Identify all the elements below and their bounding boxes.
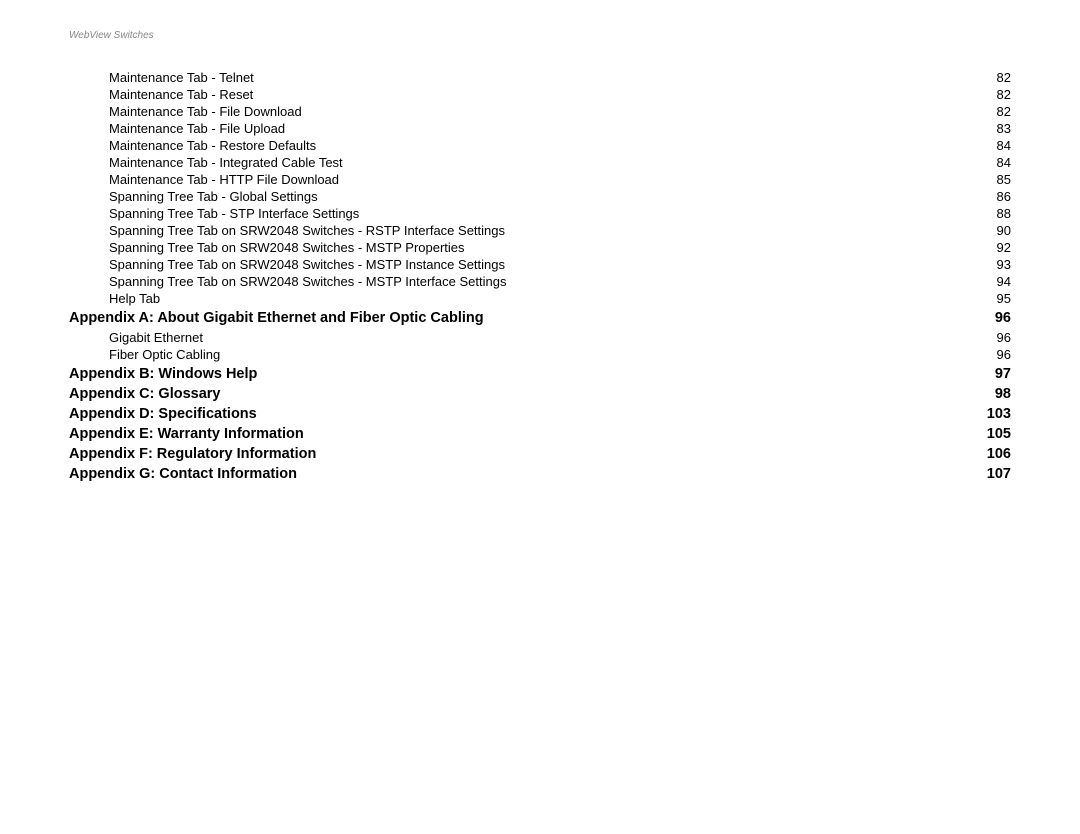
entry-title: Gigabit Ethernet	[109, 330, 971, 345]
entry-title: Spanning Tree Tab on SRW2048 Switches - …	[109, 240, 971, 255]
entry-page: 85	[971, 172, 1011, 187]
toc-entry: Gigabit Ethernet96	[69, 330, 1011, 345]
entry-page: 94	[971, 274, 1011, 289]
entry-page: 92	[971, 240, 1011, 255]
toc-entry: Spanning Tree Tab - STP Interface Settin…	[69, 206, 1011, 221]
toc-entry: Appendix F: Regulatory Information106	[69, 446, 1011, 462]
toc-entry: Maintenance Tab - Integrated Cable Test8…	[69, 155, 1011, 170]
entry-page: 96	[971, 330, 1011, 345]
entry-title: Appendix E: Warranty Information	[69, 426, 971, 442]
page-header: WebView Switches	[69, 30, 154, 41]
entry-page: 96	[971, 347, 1011, 362]
toc-container: Maintenance Tab - Telnet82Maintenance Ta…	[69, 70, 1011, 486]
toc-entry: Appendix A: About Gigabit Ethernet and F…	[69, 310, 1011, 326]
toc-entry: Help Tab95	[69, 291, 1011, 306]
entry-title: Maintenance Tab - File Upload	[109, 121, 971, 136]
entry-title: Spanning Tree Tab on SRW2048 Switches - …	[109, 257, 971, 272]
entry-title: Appendix A: About Gigabit Ethernet and F…	[69, 310, 971, 326]
toc-entry: Maintenance Tab - Restore Defaults84	[69, 138, 1011, 153]
entry-title: Appendix G: Contact Information	[69, 466, 971, 482]
entry-title: Appendix B: Windows Help	[69, 366, 971, 382]
toc-entry: Appendix G: Contact Information107	[69, 466, 1011, 482]
toc-entry: Appendix C: Glossary98	[69, 386, 1011, 402]
entry-page: 93	[971, 257, 1011, 272]
entry-page: 82	[971, 87, 1011, 102]
entry-title: Appendix C: Glossary	[69, 386, 971, 402]
entry-title: Maintenance Tab - Reset	[109, 87, 971, 102]
entry-page: 83	[971, 121, 1011, 136]
entry-title: Appendix F: Regulatory Information	[69, 446, 971, 462]
entry-title: Spanning Tree Tab on SRW2048 Switches - …	[109, 223, 971, 238]
entry-title: Spanning Tree Tab on SRW2048 Switches - …	[109, 274, 971, 289]
entry-title: Fiber Optic Cabling	[109, 347, 971, 362]
toc-entry: Spanning Tree Tab on SRW2048 Switches - …	[69, 240, 1011, 255]
toc-entry: Spanning Tree Tab on SRW2048 Switches - …	[69, 274, 1011, 289]
entry-title: Maintenance Tab - HTTP File Download	[109, 172, 971, 187]
entry-page: 82	[971, 70, 1011, 85]
entry-title: Maintenance Tab - File Download	[109, 104, 971, 119]
toc-entry: Spanning Tree Tab on SRW2048 Switches - …	[69, 223, 1011, 238]
toc-entry: Maintenance Tab - File Download82	[69, 104, 1011, 119]
entry-title: Spanning Tree Tab - STP Interface Settin…	[109, 206, 971, 221]
entry-page: 97	[971, 366, 1011, 382]
toc-entry: Appendix D: Specifications103	[69, 406, 1011, 422]
toc-entry: Appendix B: Windows Help97	[69, 366, 1011, 382]
toc-entry: Maintenance Tab - Reset82	[69, 87, 1011, 102]
toc-entry: Spanning Tree Tab on SRW2048 Switches - …	[69, 257, 1011, 272]
entry-page: 107	[971, 466, 1011, 482]
entry-page: 95	[971, 291, 1011, 306]
entry-title: Maintenance Tab - Restore Defaults	[109, 138, 971, 153]
entry-title: Maintenance Tab - Telnet	[109, 70, 971, 85]
entry-title: Appendix D: Specifications	[69, 406, 971, 422]
entry-title: Maintenance Tab - Integrated Cable Test	[109, 155, 971, 170]
entry-page: 84	[971, 138, 1011, 153]
entry-page: 84	[971, 155, 1011, 170]
entry-page: 98	[971, 386, 1011, 402]
entry-page: 90	[971, 223, 1011, 238]
entry-page: 86	[971, 189, 1011, 204]
toc-entry: Fiber Optic Cabling96	[69, 347, 1011, 362]
toc-entry: Appendix E: Warranty Information105	[69, 426, 1011, 442]
toc-entry: Maintenance Tab - File Upload83	[69, 121, 1011, 136]
toc-entry: Maintenance Tab - HTTP File Download85	[69, 172, 1011, 187]
entry-page: 106	[971, 446, 1011, 462]
entry-title: Spanning Tree Tab - Global Settings	[109, 189, 971, 204]
entry-page: 103	[971, 406, 1011, 422]
entry-page: 82	[971, 104, 1011, 119]
toc-entry: Spanning Tree Tab - Global Settings86	[69, 189, 1011, 204]
entry-page: 105	[971, 426, 1011, 442]
entry-title: Help Tab	[109, 291, 971, 306]
entry-page: 88	[971, 206, 1011, 221]
entry-page: 96	[971, 310, 1011, 326]
toc-entry: Maintenance Tab - Telnet82	[69, 70, 1011, 85]
